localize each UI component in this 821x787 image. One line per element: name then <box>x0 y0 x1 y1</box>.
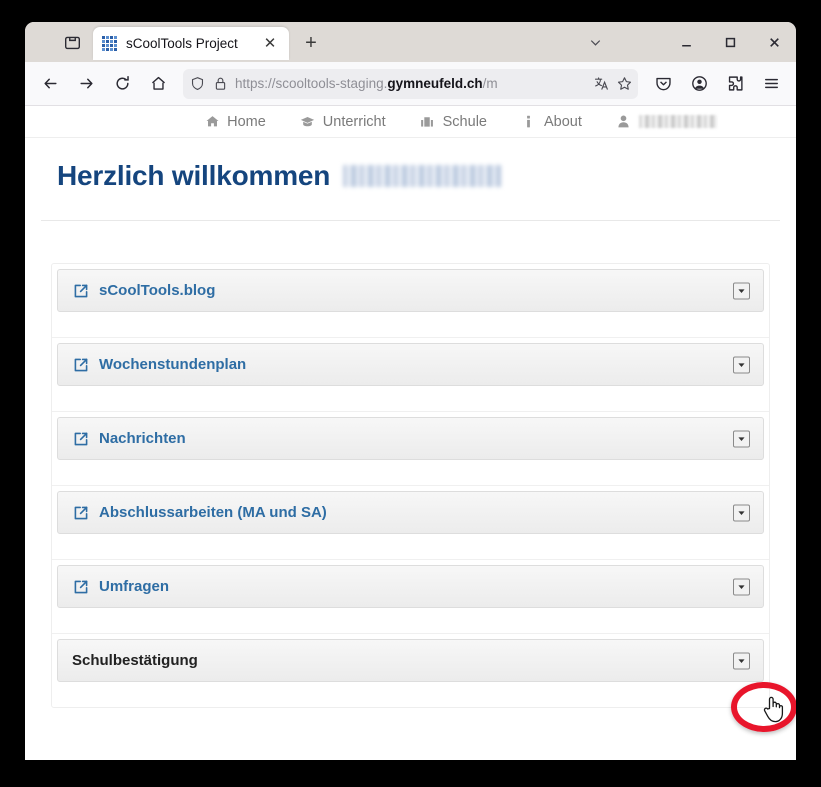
accordion-title: Nachrichten <box>99 430 186 447</box>
external-link-icon <box>72 282 89 299</box>
site-nav-item-about[interactable]: About <box>521 114 582 130</box>
accordion-title: Umfragen <box>99 578 170 595</box>
translate-icon[interactable] <box>593 76 609 92</box>
close-icon[interactable]: ✕ <box>260 34 280 54</box>
school-building-icon <box>420 114 436 130</box>
graduation-cap-icon <box>300 114 316 130</box>
toolbar-right-icons <box>646 67 788 101</box>
welcome-user-name-redacted <box>343 165 502 187</box>
accordion-panel: Nachrichten <box>52 417 769 486</box>
url-text[interactable]: https://scooltools-staging.gymneufeld.ch… <box>235 76 586 91</box>
accordion-panel: Wochenstundenplan <box>52 343 769 412</box>
browser-window: sCoolTools Project ✕ + https://scooltool… <box>25 22 796 760</box>
home-icon <box>204 114 220 130</box>
window-controls <box>572 26 796 58</box>
home-icon[interactable] <box>141 67 175 101</box>
accordion-panel: Abschlussarbeiten (MA und SA) <box>52 491 769 560</box>
url-suffix: /m <box>482 76 498 91</box>
tab-scooltools-project[interactable]: sCoolTools Project ✕ <box>93 27 289 60</box>
user-name-redacted <box>638 115 717 128</box>
pocket-save-icon[interactable] <box>646 67 680 101</box>
accordion-header-schulbestaetigung[interactable]: Schulbestätigung <box>57 639 764 682</box>
external-link-icon <box>72 578 89 595</box>
info-icon <box>521 114 537 130</box>
accordion-header-umfragen[interactable]: Umfragen <box>57 565 764 608</box>
grid-squares-favicon <box>102 35 118 52</box>
accordion-body <box>57 682 764 707</box>
page-viewport: Home Unterricht Schule About Herzlich wi… <box>25 106 796 760</box>
site-nav-item-user-account[interactable] <box>616 114 717 130</box>
site-nav-item-unterricht[interactable]: Unterricht <box>300 114 386 130</box>
accordion-body <box>57 460 764 485</box>
external-link-icon <box>72 430 89 447</box>
url-domain: gymneufeld.ch <box>387 76 483 91</box>
accordion-title: Wochenstundenplan <box>99 356 247 373</box>
url-bar[interactable]: https://scooltools-staging.gymneufeld.ch… <box>183 68 638 99</box>
padlock-icon[interactable] <box>212 76 228 92</box>
minimize-button[interactable] <box>664 26 708 58</box>
site-nav-item-home[interactable]: Home <box>204 114 266 130</box>
accordion-title: Schulbestätigung <box>72 652 198 669</box>
accordion-panel: Schulbestätigung <box>52 639 769 707</box>
accordion-toggle-button[interactable] <box>733 282 750 299</box>
accordion-toggle-button[interactable] <box>733 578 750 595</box>
accordion-toggle-button[interactable] <box>733 356 750 373</box>
puzzle-piece-icon[interactable] <box>718 67 752 101</box>
maximize-button[interactable] <box>708 26 752 58</box>
accordion-body <box>57 386 764 411</box>
accordion-panel: Umfragen <box>52 565 769 634</box>
accordion-header-scooltools-blog[interactable]: sCoolTools.blog <box>57 269 764 312</box>
accordion-body <box>57 534 764 559</box>
accordion-toggle-button[interactable] <box>733 430 750 447</box>
new-tab-button[interactable]: + <box>295 27 327 59</box>
accordion-header-abschlussarbeiten[interactable]: Abschlussarbeiten (MA und SA) <box>57 491 764 534</box>
header-divider <box>41 220 780 221</box>
close-button[interactable] <box>752 26 796 58</box>
back-arrow-icon[interactable] <box>33 67 67 101</box>
forward-arrow-icon[interactable] <box>69 67 103 101</box>
accordion-header-nachrichten[interactable]: Nachrichten <box>57 417 764 460</box>
bookmark-star-icon[interactable] <box>616 76 632 92</box>
shield-icon[interactable] <box>189 76 205 92</box>
site-nav-label: Unterricht <box>322 113 386 130</box>
tab-strip: sCoolTools Project ✕ + <box>25 22 796 62</box>
accordion-panel: sCoolTools.blog <box>52 269 769 338</box>
accordion-toggle-button[interactable] <box>733 504 750 521</box>
tab-title: sCoolTools Project <box>126 36 238 51</box>
hamburger-menu-icon[interactable] <box>754 67 788 101</box>
page-content: Herzlich willkommen sCoolTools.blog Woch… <box>25 138 796 708</box>
accordion-body <box>57 312 764 337</box>
site-nav-label: Home <box>227 113 266 130</box>
tab-list-icon[interactable] <box>55 25 89 59</box>
accordion-header-wochenstundenplan[interactable]: Wochenstundenplan <box>57 343 764 386</box>
site-navigation: Home Unterricht Schule About <box>25 106 796 138</box>
welcome-heading-text: Herzlich willkommen <box>57 160 331 191</box>
accordion-panel-stack: sCoolTools.blog Wochenstundenplan Nachri… <box>51 263 770 708</box>
person-icon <box>616 114 632 130</box>
external-link-icon <box>72 504 89 521</box>
accordion-title: sCoolTools.blog <box>99 282 216 299</box>
external-link-icon <box>72 356 89 373</box>
reload-icon[interactable] <box>105 67 139 101</box>
page-title: Herzlich willkommen <box>41 138 780 192</box>
site-nav-label: About <box>543 113 582 130</box>
browser-toolbar: https://scooltools-staging.gymneufeld.ch… <box>25 62 796 106</box>
account-circle-icon[interactable] <box>682 67 716 101</box>
site-nav-item-schule[interactable]: Schule <box>420 114 487 130</box>
chevron-down-icon[interactable] <box>572 26 618 58</box>
url-prefix: https://scooltools-staging. <box>235 76 388 91</box>
site-nav-label: Schule <box>442 113 487 130</box>
accordion-body <box>57 608 764 633</box>
accordion-toggle-button[interactable] <box>733 652 750 669</box>
accordion-title: Abschlussarbeiten (MA und SA) <box>99 504 327 521</box>
